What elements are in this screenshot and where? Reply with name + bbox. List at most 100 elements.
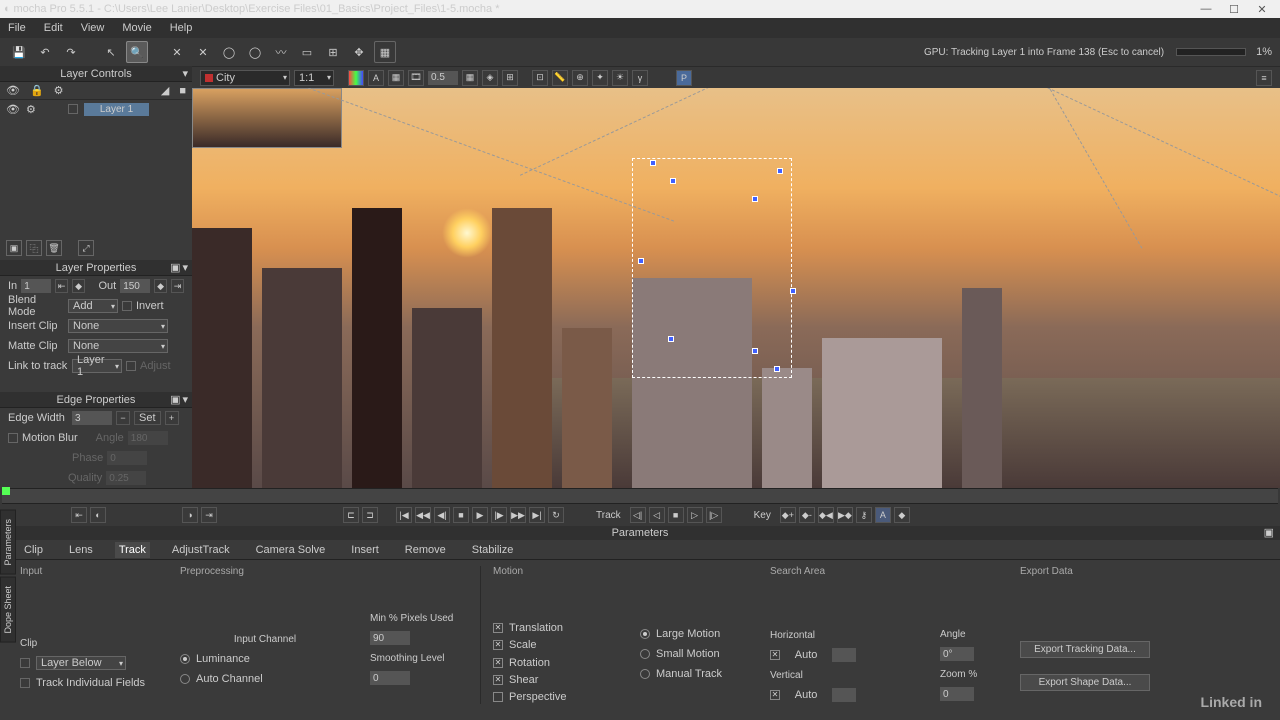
matte-clip-dropdown[interactable]: None [68, 339, 168, 353]
link-track-dropdown[interactable]: Layer 1 [72, 359, 122, 373]
reset-out-icon[interactable]: ◑ [182, 507, 198, 523]
spline-icon[interactable]: ◢ [161, 84, 169, 97]
attach-layer-icon[interactable]: ⊞ [322, 41, 344, 63]
pointer-tool-icon[interactable]: ↖ [100, 41, 122, 63]
close-button[interactable]: ✕ [1248, 3, 1276, 16]
edge-width-plus-icon[interactable]: + [165, 411, 179, 425]
prev-frame-icon[interactable]: ◀| [434, 507, 450, 523]
manual-track-radio[interactable] [640, 669, 650, 679]
brightness-icon[interactable]: ☀ [612, 70, 628, 86]
zoom-tool-icon[interactable]: 🔍 [126, 41, 148, 63]
delete-layer-icon[interactable]: 🗑 [46, 240, 62, 256]
set-button[interactable]: Set [134, 411, 161, 425]
track-stop-icon[interactable]: ■ [668, 507, 684, 523]
set-in-icon[interactable]: ⇤ [71, 507, 87, 523]
zoom-out-timeline-icon[interactable]: ⊐ [362, 507, 378, 523]
next-key-icon[interactable]: ▶◆ [837, 507, 853, 523]
proxy-button[interactable]: P [676, 70, 692, 86]
matte-icon[interactable]: ■ [179, 85, 186, 97]
duplicate-layer-icon[interactable]: ⿻ [26, 240, 42, 256]
panel-undock-icon[interactable]: ▣ [170, 261, 180, 274]
overlay-icon[interactable]: ▦ [388, 70, 404, 86]
luminance-radio[interactable] [180, 654, 190, 664]
track-fwd-icon[interactable]: ▷ [687, 507, 703, 523]
xspline-tool-icon[interactable]: ✕ [166, 41, 188, 63]
shear-checkbox[interactable] [493, 675, 503, 685]
large-motion-radio[interactable] [640, 629, 650, 639]
track-back-one-icon[interactable]: ◁| [630, 507, 646, 523]
perspective-checkbox[interactable] [493, 692, 503, 702]
out-keyframe-icon[interactable]: ◆ [154, 279, 167, 293]
track-back-icon[interactable]: ◁ [649, 507, 665, 523]
add-key-icon[interactable]: ◆+ [780, 507, 796, 523]
trace-icon[interactable]: ✦ [592, 70, 608, 86]
zoom-dropdown[interactable]: 1:1 [294, 70, 334, 86]
h-value-input[interactable] [832, 648, 856, 662]
layer-name[interactable]: Layer 1 [84, 103, 149, 116]
spline-point[interactable] [774, 366, 780, 372]
tab-lens[interactable]: Lens [65, 542, 97, 558]
playhead[interactable] [2, 487, 10, 495]
tab-clip[interactable]: Clip [20, 542, 47, 558]
autochannel-radio[interactable] [180, 674, 190, 684]
clip-dropdown[interactable]: City [200, 70, 290, 86]
v-auto-reset-icon[interactable] [770, 690, 780, 700]
gear-icon[interactable]: ⚙ [54, 84, 64, 97]
show-surface-icon[interactable]: ▦ [374, 41, 396, 63]
spline-point[interactable] [670, 178, 676, 184]
out-set-end-icon[interactable]: ⇥ [171, 279, 184, 293]
rgb-icon[interactable] [348, 70, 364, 86]
play-icon[interactable]: ▶ [472, 507, 488, 523]
rotation-checkbox[interactable] [493, 658, 503, 668]
viewport[interactable] [192, 88, 1280, 488]
export-shape-button[interactable]: Export Shape Data... [1020, 674, 1150, 691]
add-xspline-icon[interactable]: ✕ [192, 41, 214, 63]
opacity-input[interactable] [428, 71, 458, 85]
panel-close-icon2[interactable]: ▾ [182, 393, 188, 406]
menu-view[interactable]: View [81, 22, 105, 34]
blend-mode-dropdown[interactable]: Add [68, 299, 118, 313]
spline-point[interactable] [752, 196, 758, 202]
new-layer-icon[interactable]: ▣ [6, 240, 22, 256]
menu-file[interactable]: File [8, 22, 26, 34]
del-key-icon[interactable]: ◆- [799, 507, 815, 523]
clip-checkbox[interactable] [20, 658, 30, 668]
step-fwd-icon[interactable]: ▶▶ [510, 507, 526, 523]
h-auto-reset-icon[interactable] [770, 650, 780, 660]
loop-icon[interactable]: ↻ [548, 507, 564, 523]
uberkey-icon[interactable]: A [875, 507, 891, 523]
spline-point[interactable] [752, 348, 758, 354]
smoothing-input[interactable] [370, 671, 410, 685]
in-input[interactable] [21, 279, 51, 293]
stop-icon[interactable]: ■ [453, 507, 469, 523]
spline-point[interactable] [790, 288, 796, 294]
tab-remove[interactable]: Remove [401, 542, 450, 558]
add-bezier-icon[interactable]: ◯ [244, 41, 266, 63]
undo-icon[interactable]: ↶ [34, 41, 56, 63]
edge-width-input[interactable] [72, 411, 112, 425]
side-tab-parameters[interactable]: Parameters [0, 510, 16, 575]
viewer-menu-icon[interactable]: ≡ [1256, 70, 1272, 86]
maximize-button[interactable]: ☐ [1220, 3, 1248, 16]
track-fields-checkbox[interactable] [20, 678, 30, 688]
tab-adjusttrack[interactable]: AdjustTrack [168, 542, 234, 558]
invert-checkbox[interactable] [122, 301, 132, 311]
small-motion-radio[interactable] [640, 649, 650, 659]
zoom-in-timeline-icon[interactable]: ⊏ [343, 507, 359, 523]
motion-blur-checkbox[interactable] [8, 433, 18, 443]
autokey-icon[interactable]: ⚷ [856, 507, 872, 523]
panel-menu-icon[interactable]: ▾ [182, 67, 188, 80]
adjust-checkbox[interactable] [126, 361, 136, 371]
stabilize-view-icon[interactable]: ⊕ [572, 70, 588, 86]
step-back-icon[interactable]: ◀◀ [415, 507, 431, 523]
spline-point[interactable] [668, 336, 674, 342]
track-fwd-one-icon[interactable]: |▷ [706, 507, 722, 523]
minimize-button[interactable]: — [1192, 3, 1220, 15]
redo-icon[interactable]: ↷ [60, 41, 82, 63]
input-clip-dropdown[interactable]: Layer Below [36, 656, 126, 670]
timeline-ruler[interactable] [2, 488, 1278, 504]
layer-eye-icon[interactable]: 👁 [6, 103, 20, 116]
menu-movie[interactable]: Movie [122, 22, 151, 34]
params-undock-icon[interactable]: ▣ [1264, 526, 1274, 540]
rectangle-tool-icon[interactable]: ▭ [296, 41, 318, 63]
